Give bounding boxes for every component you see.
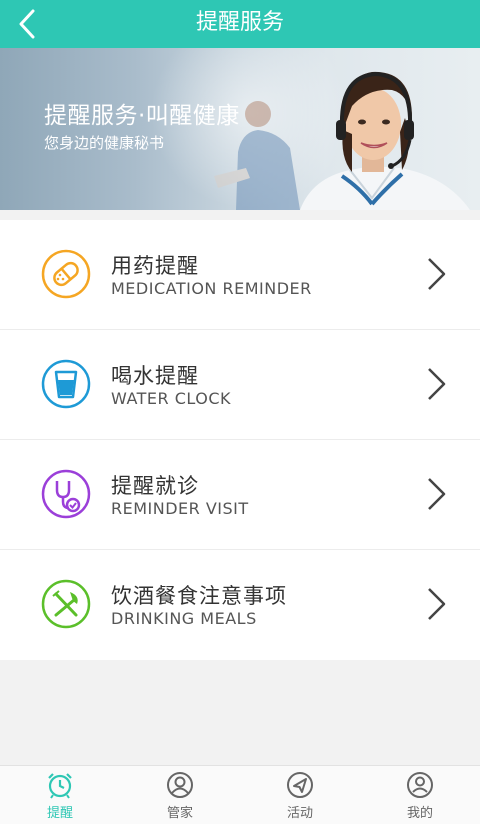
tab-label: 提醒	[46, 806, 73, 821]
send-icon	[287, 772, 313, 798]
tab-label: 管家	[166, 806, 193, 821]
banner-headline: 提醒服务·叫醒健康	[44, 103, 240, 129]
tab-reminder[interactable]: 提醒	[0, 766, 120, 824]
chevron-right-icon	[428, 478, 446, 510]
pill-icon	[41, 249, 91, 299]
tab-butler[interactable]: 管家	[120, 766, 240, 824]
item-subtitle: REMINDER VISIT	[111, 499, 249, 518]
alarm-clock-icon	[48, 773, 72, 799]
banner-subtitle: 您身边的健康秘书	[44, 134, 165, 152]
tab-activity[interactable]: 活动	[240, 766, 360, 824]
tab-mine[interactable]: 我的	[360, 766, 480, 824]
list-item-visit[interactable]: 提醒就诊 REMINDER VISIT	[0, 440, 480, 550]
fork-knife-icon	[41, 579, 91, 629]
water-glass-icon	[41, 359, 91, 409]
item-subtitle: DRINKING MEALS	[111, 609, 257, 628]
item-title: 喝水提醒	[111, 364, 199, 388]
page-title: 提醒服务	[195, 10, 284, 35]
item-title: 提醒就诊	[111, 474, 199, 498]
list-item-meals[interactable]: 饮酒餐食注意事项 DRINKING MEALS	[0, 550, 480, 660]
stethoscope-icon	[41, 469, 91, 519]
chevron-right-icon	[428, 368, 446, 400]
user-circle-icon	[167, 772, 193, 798]
chevron-right-icon	[428, 258, 446, 290]
tab-label: 我的	[406, 806, 433, 821]
chevron-right-icon	[428, 588, 446, 620]
reminder-list: 用药提醒 MEDICATION REMINDER 喝水提醒 WATER CLOC…	[0, 220, 480, 660]
item-title: 饮酒餐食注意事项	[111, 584, 287, 608]
list-item-medication[interactable]: 用药提醒 MEDICATION REMINDER	[0, 220, 480, 330]
person-icon	[407, 772, 433, 798]
item-subtitle: WATER CLOCK	[111, 389, 232, 408]
list-item-water[interactable]: 喝水提醒 WATER CLOCK	[0, 330, 480, 440]
hero-banner: 提醒服务·叫醒健康 您身边的健康秘书	[0, 48, 480, 210]
tab-label: 活动	[286, 806, 313, 821]
item-subtitle: MEDICATION REMINDER	[111, 279, 312, 298]
top-bar: 提醒服务	[0, 0, 480, 48]
item-title: 用药提醒	[111, 254, 199, 278]
bottom-tab-bar: 提醒 管家 活动 我的	[0, 765, 480, 824]
